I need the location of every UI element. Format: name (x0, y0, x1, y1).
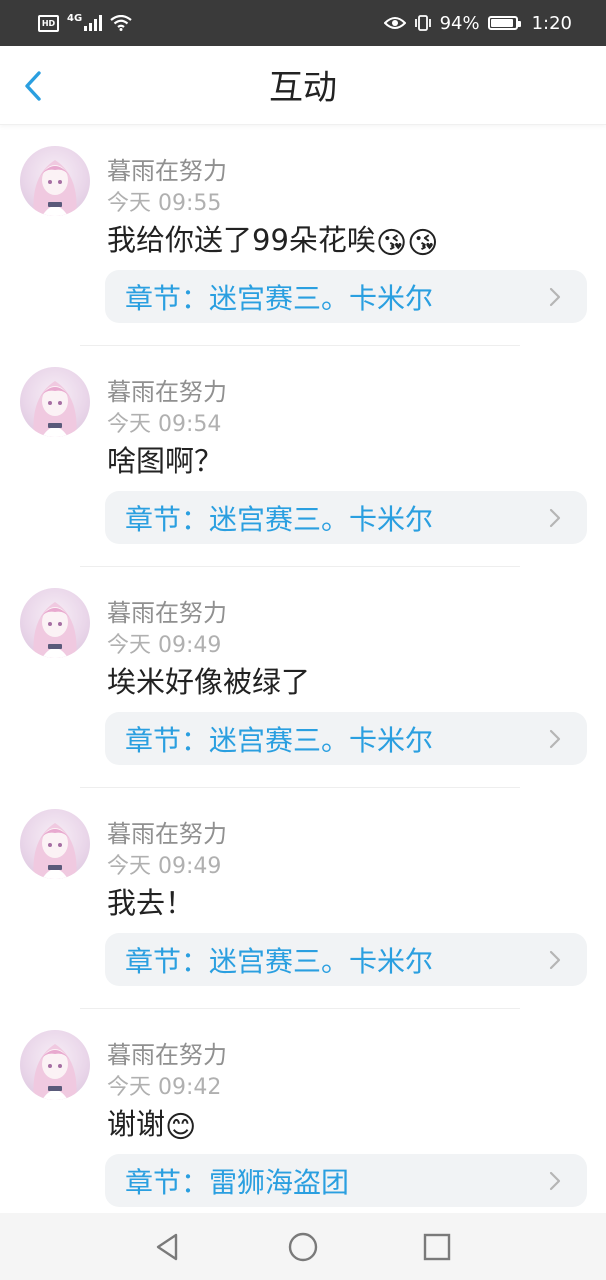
hd-icon: HD (38, 14, 59, 32)
list-item[interactable]: 暮雨在努力今天 09:49 埃米好像被绿了章节：迷宫赛三。卡米尔 (0, 567, 606, 788)
chapter-label: 章节：雷狮海盗团 (125, 1165, 350, 1199)
nav-back-icon[interactable] (152, 1231, 184, 1263)
avatar[interactable] (20, 588, 90, 658)
chevron-right-icon (549, 729, 561, 749)
user-name[interactable]: 暮雨在努力 (107, 814, 227, 849)
chapter-label: 章节：迷宫赛三。卡米尔 (125, 502, 434, 536)
chapter-link[interactable]: 章节：迷宫赛三。卡米尔 (105, 491, 587, 544)
list-item[interactable]: 暮雨在努力今天 09:49 我去！ 章节：迷宫赛三。卡米尔 (0, 788, 606, 1009)
navigation-bar (0, 1213, 606, 1280)
emoji-icon: 😘😘 (375, 226, 439, 261)
avatar[interactable] (20, 367, 90, 437)
status-right: 94% 1:20 (383, 12, 572, 34)
chapter-link[interactable]: 章节：迷宫赛三。卡米尔 (105, 933, 587, 986)
vibrate-icon (414, 15, 431, 31)
nav-home-icon[interactable] (287, 1231, 319, 1263)
signal-icon (84, 15, 103, 31)
comment-body: 我给你送了99朵花唉 (107, 223, 376, 257)
clock: 1:20 (531, 12, 572, 34)
emoji-icon: 😊 (165, 1110, 197, 1145)
chapter-link[interactable]: 章节：迷宫赛三。卡米尔 (105, 270, 587, 323)
comment-body: 埃米好像被绿了 (107, 665, 311, 699)
screen: HD 4G 94% 1:20 互动 暮雨在努力 今天 09:55 我给你送了99… (0, 0, 606, 1280)
user-name[interactable]: 暮雨在努力 (107, 372, 227, 407)
avatar[interactable] (20, 809, 90, 879)
timestamp: 今天 09:54 (107, 412, 222, 437)
comment-body: 谢谢 (107, 1107, 166, 1141)
user-name[interactable]: 暮雨在努力 (107, 1035, 227, 1070)
chevron-right-icon (549, 287, 561, 307)
status-left: HD 4G (38, 12, 132, 32)
avatar[interactable] (20, 146, 90, 216)
status-bar: HD 4G 94% 1:20 (0, 0, 606, 46)
list-item[interactable]: 暮雨在努力今天 09:54 啥图啊？ 章节：迷宫赛三。卡米尔 (0, 346, 606, 567)
timestamp: 今天 09:42 (107, 1075, 222, 1100)
user-name[interactable]: 暮雨在努力 (107, 151, 227, 186)
battery-icon (487, 16, 521, 30)
user-name[interactable]: 暮雨在努力 (107, 593, 227, 628)
network-type-label: 4G (67, 12, 83, 24)
comment-text: 我给你送了99朵花唉😘😘 (107, 217, 438, 261)
comment-text: 我去！ (107, 880, 194, 922)
chapter-link[interactable]: 章节：雷狮海盗团 (105, 1154, 587, 1207)
list-item[interactable]: 暮雨在努力 今天 09:42 谢谢😊 章节：雷狮海盗团 (0, 1009, 606, 1230)
page-title: 互动 (269, 68, 337, 108)
wifi-icon (110, 15, 132, 31)
battery-percent: 94% (439, 12, 480, 34)
chapter-label: 章节：迷宫赛三。卡米尔 (125, 944, 434, 978)
battery-level (490, 19, 514, 27)
chapter-label: 章节：迷宫赛三。卡米尔 (125, 723, 434, 757)
avatar[interactable] (20, 1030, 90, 1100)
timestamp: 今天 09:49 (107, 633, 222, 658)
eye-comfort-icon (383, 17, 406, 29)
chevron-right-icon (549, 950, 561, 970)
interaction-list: 暮雨在努力 今天 09:55 我给你送了99朵花唉😘😘 章节：迷宫赛三。卡米尔 暮雨在努… (0, 125, 606, 1230)
chevron-right-icon (549, 1171, 561, 1191)
chapter-label: 章节：迷宫赛三。卡米尔 (125, 281, 434, 315)
list-item[interactable]: 暮雨在努力 今天 09:55 我给你送了99朵花唉😘😘 章节：迷宫赛三。卡米尔 (0, 125, 606, 346)
comment-body: 啥图啊？ (107, 444, 224, 478)
comment-text: 谢谢😊 (107, 1101, 196, 1145)
comment-text: 啥图啊？ (107, 438, 223, 480)
nav-recents-icon[interactable] (421, 1231, 453, 1263)
chevron-right-icon (549, 508, 561, 528)
header: 互动 (0, 46, 606, 125)
comment-text: 埃米好像被绿了 (107, 659, 310, 701)
chapter-link[interactable]: 章节：迷宫赛三。卡米尔 (105, 712, 587, 765)
comment-body: 我去！ (107, 886, 195, 920)
timestamp: 今天 09:55 (107, 191, 222, 216)
timestamp: 今天 09:49 (107, 854, 222, 879)
